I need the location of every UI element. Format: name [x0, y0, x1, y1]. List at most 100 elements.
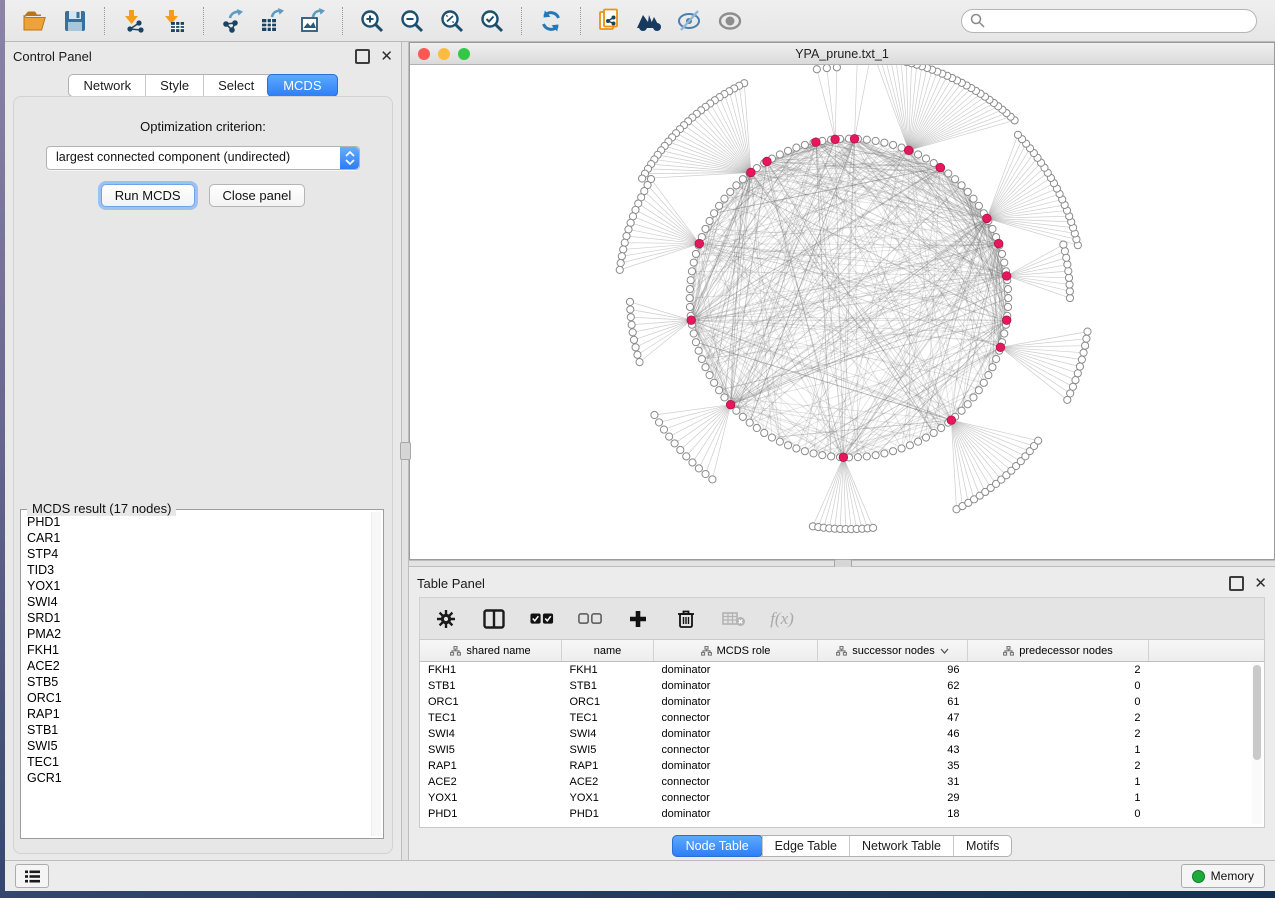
ring-node[interactable]: [898, 445, 905, 452]
dominator-node[interactable]: [1002, 316, 1011, 325]
ring-node[interactable]: [863, 136, 870, 143]
ring-node[interactable]: [776, 151, 783, 158]
mcds-result-item[interactable]: SWI5: [27, 738, 371, 754]
mcds-result-item[interactable]: SWI4: [27, 594, 371, 610]
satellite-node[interactable]: [629, 329, 636, 336]
ring-node[interactable]: [872, 452, 879, 459]
table-cell[interactable]: 0: [968, 678, 1149, 694]
ring-node[interactable]: [889, 448, 896, 455]
tab-select[interactable]: Select: [203, 75, 268, 96]
dominator-node[interactable]: [850, 135, 859, 144]
column-header-shared-name[interactable]: shared name: [420, 640, 562, 662]
table-cell[interactable]: FKH1: [562, 662, 654, 679]
table-cell[interactable]: SWI5: [562, 742, 654, 758]
ring-node[interactable]: [706, 217, 713, 224]
ring-node[interactable]: [922, 434, 929, 441]
table-cell[interactable]: 0: [968, 694, 1149, 710]
ring-node[interactable]: [889, 141, 896, 148]
ring-node[interactable]: [686, 294, 693, 301]
dominator-node[interactable]: [839, 453, 848, 462]
satellite-node[interactable]: [1065, 268, 1072, 275]
network-view[interactable]: [410, 65, 1274, 559]
dominator-node[interactable]: [695, 239, 704, 248]
ring-node[interactable]: [819, 452, 826, 459]
import-network-icon[interactable]: [119, 7, 149, 35]
function-builder-icon[interactable]: f(x): [770, 607, 794, 631]
ring-node[interactable]: [854, 454, 861, 461]
satellite-node[interactable]: [689, 459, 696, 466]
satellite-node[interactable]: [683, 453, 690, 460]
ring-node[interactable]: [863, 453, 870, 460]
dominator-node[interactable]: [904, 146, 913, 155]
column-header-successor-nodes[interactable]: successor nodes: [818, 640, 968, 662]
dominator-node[interactable]: [687, 316, 696, 325]
table-cell[interactable]: 2: [968, 662, 1149, 679]
table-cell[interactable]: SWI5: [420, 742, 562, 758]
ring-node[interactable]: [746, 419, 753, 426]
table-cell[interactable]: connector: [654, 710, 818, 726]
ring-node[interactable]: [881, 450, 888, 457]
ring-node[interactable]: [702, 364, 709, 371]
tab-motifs[interactable]: Motifs: [953, 836, 1011, 856]
tab-style[interactable]: Style: [145, 75, 203, 96]
satellite-node[interactable]: [627, 306, 634, 313]
close-panel-button[interactable]: Close panel: [209, 184, 306, 207]
ring-node[interactable]: [715, 387, 722, 394]
table-row[interactable]: SWI4SWI4dominator462: [420, 726, 1265, 742]
table-cell[interactable]: RAP1: [420, 758, 562, 774]
satellite-node[interactable]: [1074, 370, 1081, 377]
zoom-out-icon[interactable]: [397, 7, 427, 35]
ring-node[interactable]: [702, 225, 709, 232]
mcds-result-item[interactable]: STP4: [27, 546, 371, 562]
mcds-result-item[interactable]: STB1: [27, 722, 371, 738]
satellite-node[interactable]: [1061, 248, 1068, 255]
dominator-node[interactable]: [812, 138, 821, 147]
table-row[interactable]: SWI5SWI5connector431: [420, 742, 1265, 758]
satellite-node[interactable]: [1014, 131, 1021, 138]
ring-node[interactable]: [686, 303, 693, 310]
satellite-node[interactable]: [1066, 288, 1073, 295]
satellite-node[interactable]: [677, 446, 684, 453]
ring-node[interactable]: [733, 407, 740, 414]
table-cell[interactable]: PHD1: [562, 806, 654, 822]
table-cell[interactable]: SWI4: [562, 726, 654, 742]
table-cell[interactable]: 96: [818, 662, 968, 679]
new-network-from-selection-icon[interactable]: [595, 7, 625, 35]
search-input[interactable]: [985, 13, 1248, 29]
satellite-node[interactable]: [1066, 294, 1073, 301]
table-cell[interactable]: ORC1: [420, 694, 562, 710]
ring-node[interactable]: [793, 445, 800, 452]
mcds-result-item[interactable]: GCR1: [27, 770, 371, 786]
ring-node[interactable]: [922, 155, 929, 162]
dominator-node[interactable]: [947, 416, 956, 425]
ring-node[interactable]: [698, 355, 705, 362]
mcds-result-item[interactable]: STB5: [27, 674, 371, 690]
table-cell[interactable]: 2: [968, 710, 1149, 726]
table-settings-icon[interactable]: [434, 607, 458, 631]
satellite-node[interactable]: [1072, 377, 1079, 384]
table-cell[interactable]: 35: [818, 758, 968, 774]
table-row[interactable]: RAP1RAP1dominator352: [420, 758, 1265, 774]
ring-node[interactable]: [975, 202, 982, 209]
satellite-node[interactable]: [1066, 281, 1073, 288]
satellite-node[interactable]: [1065, 274, 1072, 281]
satellite-node[interactable]: [638, 175, 645, 182]
table-cell[interactable]: 61: [818, 694, 968, 710]
satellite-node[interactable]: [630, 336, 637, 343]
open-file-icon[interactable]: [20, 7, 50, 35]
ring-node[interactable]: [881, 139, 888, 146]
table-cell[interactable]: 62: [818, 678, 968, 694]
ring-node[interactable]: [938, 424, 945, 431]
show-hide-icon[interactable]: [715, 7, 745, 35]
ring-node[interactable]: [690, 259, 697, 266]
result-scrollbar[interactable]: [371, 512, 381, 836]
satellite-node[interactable]: [660, 426, 667, 433]
ring-node[interactable]: [872, 137, 879, 144]
table-cell[interactable]: connector: [654, 742, 818, 758]
tab-network-table[interactable]: Network Table: [849, 836, 953, 856]
satellite-node[interactable]: [651, 411, 658, 418]
close-panel-icon[interactable]: ✕: [1254, 578, 1267, 589]
ring-node[interactable]: [761, 429, 768, 436]
satellite-node[interactable]: [1067, 390, 1074, 397]
mcds-result-list[interactable]: PHD1CAR1STP4TID3YOX1SWI4SRD1PMA2FKH1ACE2…: [27, 514, 371, 836]
